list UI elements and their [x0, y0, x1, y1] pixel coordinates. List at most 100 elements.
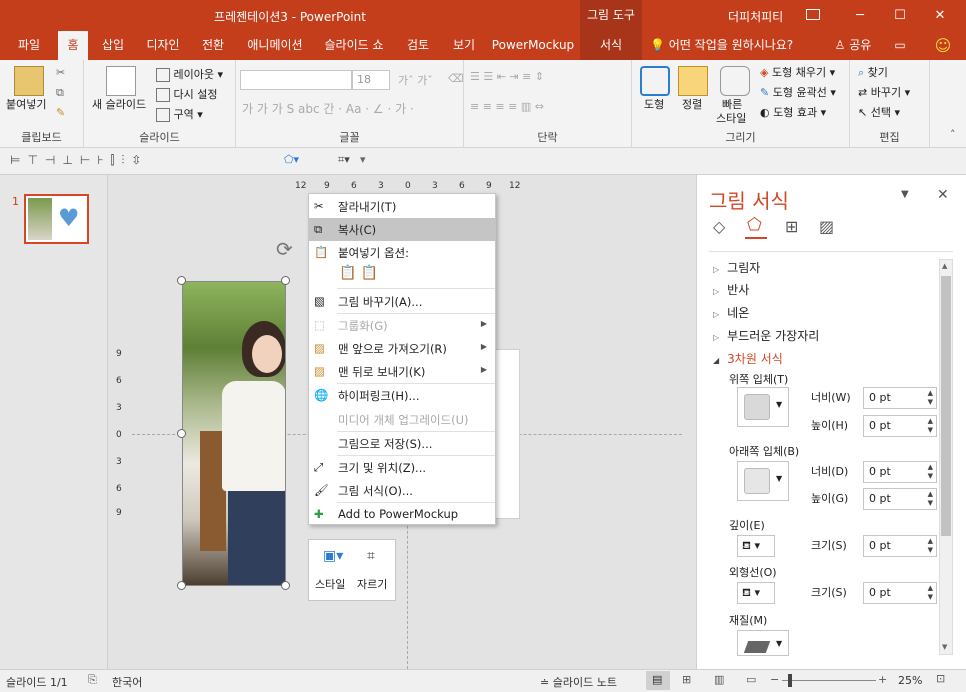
align-tools-icons[interactable]: ⊨⊤⊣⊥⊢⊦⫿⫶⇳: [10, 153, 148, 168]
zoom-slider-thumb[interactable]: [788, 674, 792, 687]
shape-outline-button[interactable]: ✎ 도형 윤곽선 ▾: [760, 84, 836, 100]
new-slide-icon[interactable]: [106, 66, 136, 96]
shape-fill-button[interactable]: ◈ 도형 채우기 ▾: [760, 64, 835, 80]
depth-size-input[interactable]: 0 pt ▲ ▼: [863, 535, 937, 557]
tab-format[interactable]: 서식: [580, 31, 642, 60]
crop-icon[interactable]: ⌗: [367, 548, 375, 564]
align-buttons[interactable]: ≡ ≡ ≡ ≡ ▥ ⇔: [470, 100, 544, 113]
shapes-button[interactable]: 도형: [644, 96, 664, 112]
pane-scrollbar[interactable]: ▲ ▼: [939, 259, 953, 655]
list-buttons[interactable]: ☰ ☰ ⇤ ⇥ ≡ ⇕: [470, 70, 544, 83]
rotate-handle-icon[interactable]: ⟳: [276, 237, 293, 261]
paste-option-icons[interactable]: 📋 📋: [339, 265, 378, 281]
section-shadow[interactable]: ▷ 그림자: [713, 259, 760, 276]
arrange-icon[interactable]: [678, 66, 708, 96]
slide-thumbnail[interactable]: ♥: [24, 194, 89, 244]
new-slide-button[interactable]: 새 슬라이드: [92, 96, 146, 112]
scroll-thumb[interactable]: [941, 276, 951, 536]
pane-close-icon[interactable]: ✕: [937, 187, 949, 203]
tab-powermockup[interactable]: PowerMockup: [490, 31, 576, 60]
contour-color-picker[interactable]: ⛾ ▾: [737, 582, 775, 604]
crop-tool-icon[interactable]: ⌗▾: [338, 153, 350, 167]
menu-item-upgrade-media[interactable]: 미디어 개체 업그레이드(U): [309, 408, 495, 431]
zoom-in-icon[interactable]: +: [878, 673, 887, 686]
menu-item-bring-to-front[interactable]: ▨ 맨 앞으로 가져오기(R) ▶: [309, 337, 495, 360]
close-window-button[interactable]: ✕: [920, 0, 960, 31]
menu-item-send-to-back[interactable]: ▨ 맨 뒤로 보내기(K) ▶: [309, 360, 495, 383]
ribbon-display-icon[interactable]: [806, 9, 820, 20]
crop-button-label[interactable]: 자르기: [357, 576, 387, 592]
menu-item-save-as-picture[interactable]: 그림으로 저장(S)...: [309, 432, 495, 455]
minimize-button[interactable]: ─: [840, 0, 880, 31]
shape-tool-icon[interactable]: ⬠▾: [284, 153, 299, 166]
select-button[interactable]: ↖ 선택 ▾: [858, 104, 900, 120]
quick-styles-icon[interactable]: [720, 66, 750, 96]
menu-item-group[interactable]: ⬚ 그룹화(G) ▶: [309, 314, 495, 337]
language-indicator[interactable]: 한국어: [112, 674, 142, 690]
smiley-icon[interactable]: ☺: [930, 31, 956, 60]
resize-handle[interactable]: [177, 429, 186, 438]
resize-handle[interactable]: [177, 581, 186, 590]
depth-color-picker[interactable]: ⛾ ▾: [737, 535, 775, 557]
style-button-label[interactable]: 스타일: [315, 576, 345, 592]
section-button[interactable]: 구역 ▾: [156, 106, 203, 122]
section-glow[interactable]: ▷ 네온: [713, 304, 749, 321]
spelling-icon[interactable]: ⎘: [88, 673, 97, 687]
fill-line-icon[interactable]: ◇: [713, 217, 725, 236]
tab-file[interactable]: 파일: [6, 31, 52, 60]
replace-button[interactable]: ⇄ 바꾸기 ▾: [858, 84, 910, 100]
zoom-slider[interactable]: [782, 680, 876, 681]
reading-view-icon[interactable]: ▥: [714, 673, 724, 686]
format-painter-icon[interactable]: ✎: [56, 106, 65, 119]
menu-item-size-position[interactable]: ⤢ 크기 및 위치(Z)...: [309, 456, 495, 479]
share-button[interactable]: ♙ 공유: [828, 31, 878, 60]
resize-handle[interactable]: [281, 276, 290, 285]
shapes-icon[interactable]: [640, 66, 670, 96]
tab-insert[interactable]: 삽입: [96, 31, 130, 60]
bottom-height-input[interactable]: 0 pt ▲ ▼: [863, 488, 937, 510]
top-width-input[interactable]: 0 pt ▲ ▼: [863, 387, 937, 409]
style-icon[interactable]: ▣▾: [323, 548, 343, 564]
section-reflection[interactable]: ▷ 반사: [713, 281, 749, 298]
menu-item-change-picture[interactable]: ▧ 그림 바꾸기(A)...: [309, 290, 495, 313]
font-size-field[interactable]: 18: [352, 70, 390, 90]
resize-handle[interactable]: [281, 581, 290, 590]
picture-icon[interactable]: ▨: [819, 217, 834, 236]
effects-pentagon-icon[interactable]: ⬠: [747, 215, 762, 235]
tab-slideshow[interactable]: 슬라이드 쇼: [318, 31, 390, 60]
slideshow-view-icon[interactable]: ▭: [746, 673, 756, 686]
pane-options-icon[interactable]: ▼: [901, 189, 909, 200]
normal-view-button[interactable]: ▤: [646, 671, 670, 690]
tab-animations[interactable]: 애니메이션: [240, 31, 310, 60]
comments-icon[interactable]: ▭: [888, 31, 912, 60]
find-button[interactable]: ⌕ 찾기: [858, 64, 888, 80]
material-dropdown[interactable]: ▼: [737, 630, 789, 656]
arrange-button[interactable]: 정렬: [682, 96, 702, 112]
bottom-bevel-dropdown[interactable]: ▼: [737, 461, 789, 501]
shape-effects-button[interactable]: ◐ 도형 효과 ▾: [760, 104, 826, 120]
resize-handle[interactable]: [177, 276, 186, 285]
cut-icon[interactable]: ✂: [56, 66, 65, 79]
grow-font-icon[interactable]: 가ˆ 가ˇ: [398, 72, 433, 88]
top-bevel-dropdown[interactable]: ▼: [737, 387, 789, 427]
menu-item-hyperlink[interactable]: 🌐 하이퍼링크(H)...: [309, 384, 495, 407]
tab-home[interactable]: 홈: [58, 31, 88, 60]
quick-styles-button-2[interactable]: 스타일: [716, 110, 746, 126]
tab-design[interactable]: 디자인: [140, 31, 186, 60]
fit-to-window-icon[interactable]: ⊡: [936, 672, 945, 685]
menu-item-copy[interactable]: ⧉ 복사(C): [309, 218, 495, 241]
tab-transitions[interactable]: 전환: [194, 31, 232, 60]
zoom-out-icon[interactable]: −: [770, 673, 779, 686]
section-3d-format[interactable]: ◢ 3차원 서식: [713, 350, 783, 367]
bottom-width-input[interactable]: 0 pt ▲ ▼: [863, 461, 937, 483]
user-name[interactable]: 더피처피티: [728, 8, 783, 25]
collapse-ribbon-icon[interactable]: ˄: [950, 128, 956, 141]
copy-icon[interactable]: ⧉: [56, 86, 64, 100]
menu-item-format-picture[interactable]: 🖌 그림 서식(O)...: [309, 479, 495, 502]
zoom-level[interactable]: 25%: [898, 674, 922, 687]
slide-sorter-icon[interactable]: ⊞: [682, 673, 691, 686]
section-soft-edges[interactable]: ▷ 부드러운 가장자리: [713, 327, 819, 344]
scroll-up-icon[interactable]: ▲: [942, 262, 947, 270]
font-format-buttons[interactable]: 가 가 가 S abc 간 · Aa · ∠ · 가 ·: [242, 100, 414, 117]
paste-button[interactable]: 붙여넣기: [6, 96, 46, 112]
